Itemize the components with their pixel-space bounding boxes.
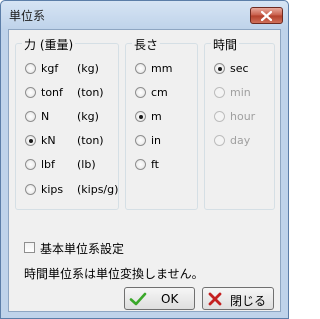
force-groupbox: 力 (重量) kgf (kg) tonf (ton) N (kg) kN (to… (15, 36, 119, 210)
radio-label: lbf (41, 158, 55, 171)
radio-button[interactable] (135, 135, 146, 146)
title-bar[interactable]: 単位系 (1, 1, 288, 29)
radio-label: min (230, 86, 251, 99)
radio-force-lbf[interactable]: lbf (lb) (25, 157, 117, 173)
radio-button[interactable] (25, 135, 36, 146)
radio-label: ft (151, 158, 159, 171)
radio-label: kgf (41, 62, 59, 75)
radio-length-ft[interactable]: ft (135, 157, 195, 173)
time-groupbox: 時間 sec min hour day (204, 36, 275, 210)
radio-button[interactable] (25, 63, 36, 74)
radio-label: hour (230, 110, 256, 123)
dialog-client-area: 力 (重量) kgf (kg) tonf (ton) N (kg) kN (to… (8, 29, 281, 312)
ok-button-label: OK (161, 292, 179, 306)
radio-label: sec (230, 62, 249, 75)
radio-length-cm[interactable]: cm (135, 85, 195, 101)
radio-unit-label: (kips/g) (77, 183, 119, 196)
radio-label: m (151, 110, 162, 123)
radio-time-day: day (214, 133, 272, 149)
radio-label: kips (41, 183, 64, 196)
radio-unit-label: (kg) (77, 62, 99, 75)
time-unit-note: 時間単位系は単位変換しません。 (24, 267, 204, 281)
ok-button[interactable]: OK (124, 287, 195, 310)
dialog-window: 単位系 力 (重量) kgf (kg) tonf (ton) N (kg) kN… (0, 0, 289, 319)
length-groupbox: 長さ mm cm m in ft (125, 36, 198, 210)
radio-label: tonf (41, 86, 63, 99)
radio-button[interactable] (135, 87, 146, 98)
radio-button[interactable] (25, 159, 36, 170)
radio-time-hour: hour (214, 109, 272, 125)
radio-label: cm (151, 86, 168, 99)
window-close-button[interactable] (250, 7, 283, 24)
close-icon (261, 11, 272, 21)
checkmark-icon (129, 292, 147, 306)
time-group-title: 時間 (211, 36, 240, 53)
radio-force-tonf[interactable]: tonf (ton) (25, 85, 117, 101)
radio-button (214, 111, 225, 122)
close-button[interactable]: 閉じる (202, 287, 274, 310)
radio-button[interactable] (25, 87, 36, 98)
base-unit-checkbox[interactable] (24, 242, 35, 253)
radio-label: kN (41, 134, 56, 147)
close-button-label: 閉じる (230, 294, 267, 308)
radio-force-kips[interactable]: kips (kips/g) (25, 182, 119, 198)
radio-button[interactable] (214, 63, 225, 74)
radio-button[interactable] (135, 111, 146, 122)
radio-unit-label: (ton) (77, 86, 104, 99)
radio-length-mm[interactable]: mm (135, 61, 195, 77)
window-title: 単位系 (9, 9, 46, 23)
radio-force-kgf[interactable]: kgf (kg) (25, 61, 117, 77)
radio-button[interactable] (135, 63, 146, 74)
radio-time-min: min (214, 85, 272, 101)
radio-button[interactable] (25, 111, 36, 122)
radio-button[interactable] (25, 184, 36, 195)
radio-force-n[interactable]: N (kg) (25, 109, 117, 125)
radio-length-in[interactable]: in (135, 133, 195, 149)
radio-label: N (41, 110, 50, 123)
radio-length-m[interactable]: m (135, 109, 195, 125)
radio-force-kn[interactable]: kN (ton) (25, 133, 117, 149)
x-icon (208, 292, 222, 306)
force-group-title: 力 (重量) (22, 36, 76, 53)
radio-unit-label: (lb) (77, 158, 96, 171)
base-unit-checkbox-label: 基本単位系設定 (40, 242, 125, 256)
radio-label: in (151, 134, 162, 147)
length-group-title: 長さ (132, 36, 161, 53)
radio-button[interactable] (135, 159, 146, 170)
radio-time-sec[interactable]: sec (214, 61, 272, 77)
radio-button (214, 135, 225, 146)
radio-button (214, 87, 225, 98)
radio-label: day (230, 134, 251, 147)
radio-unit-label: (kg) (77, 110, 99, 123)
radio-label: mm (151, 62, 173, 75)
radio-unit-label: (ton) (77, 134, 104, 147)
